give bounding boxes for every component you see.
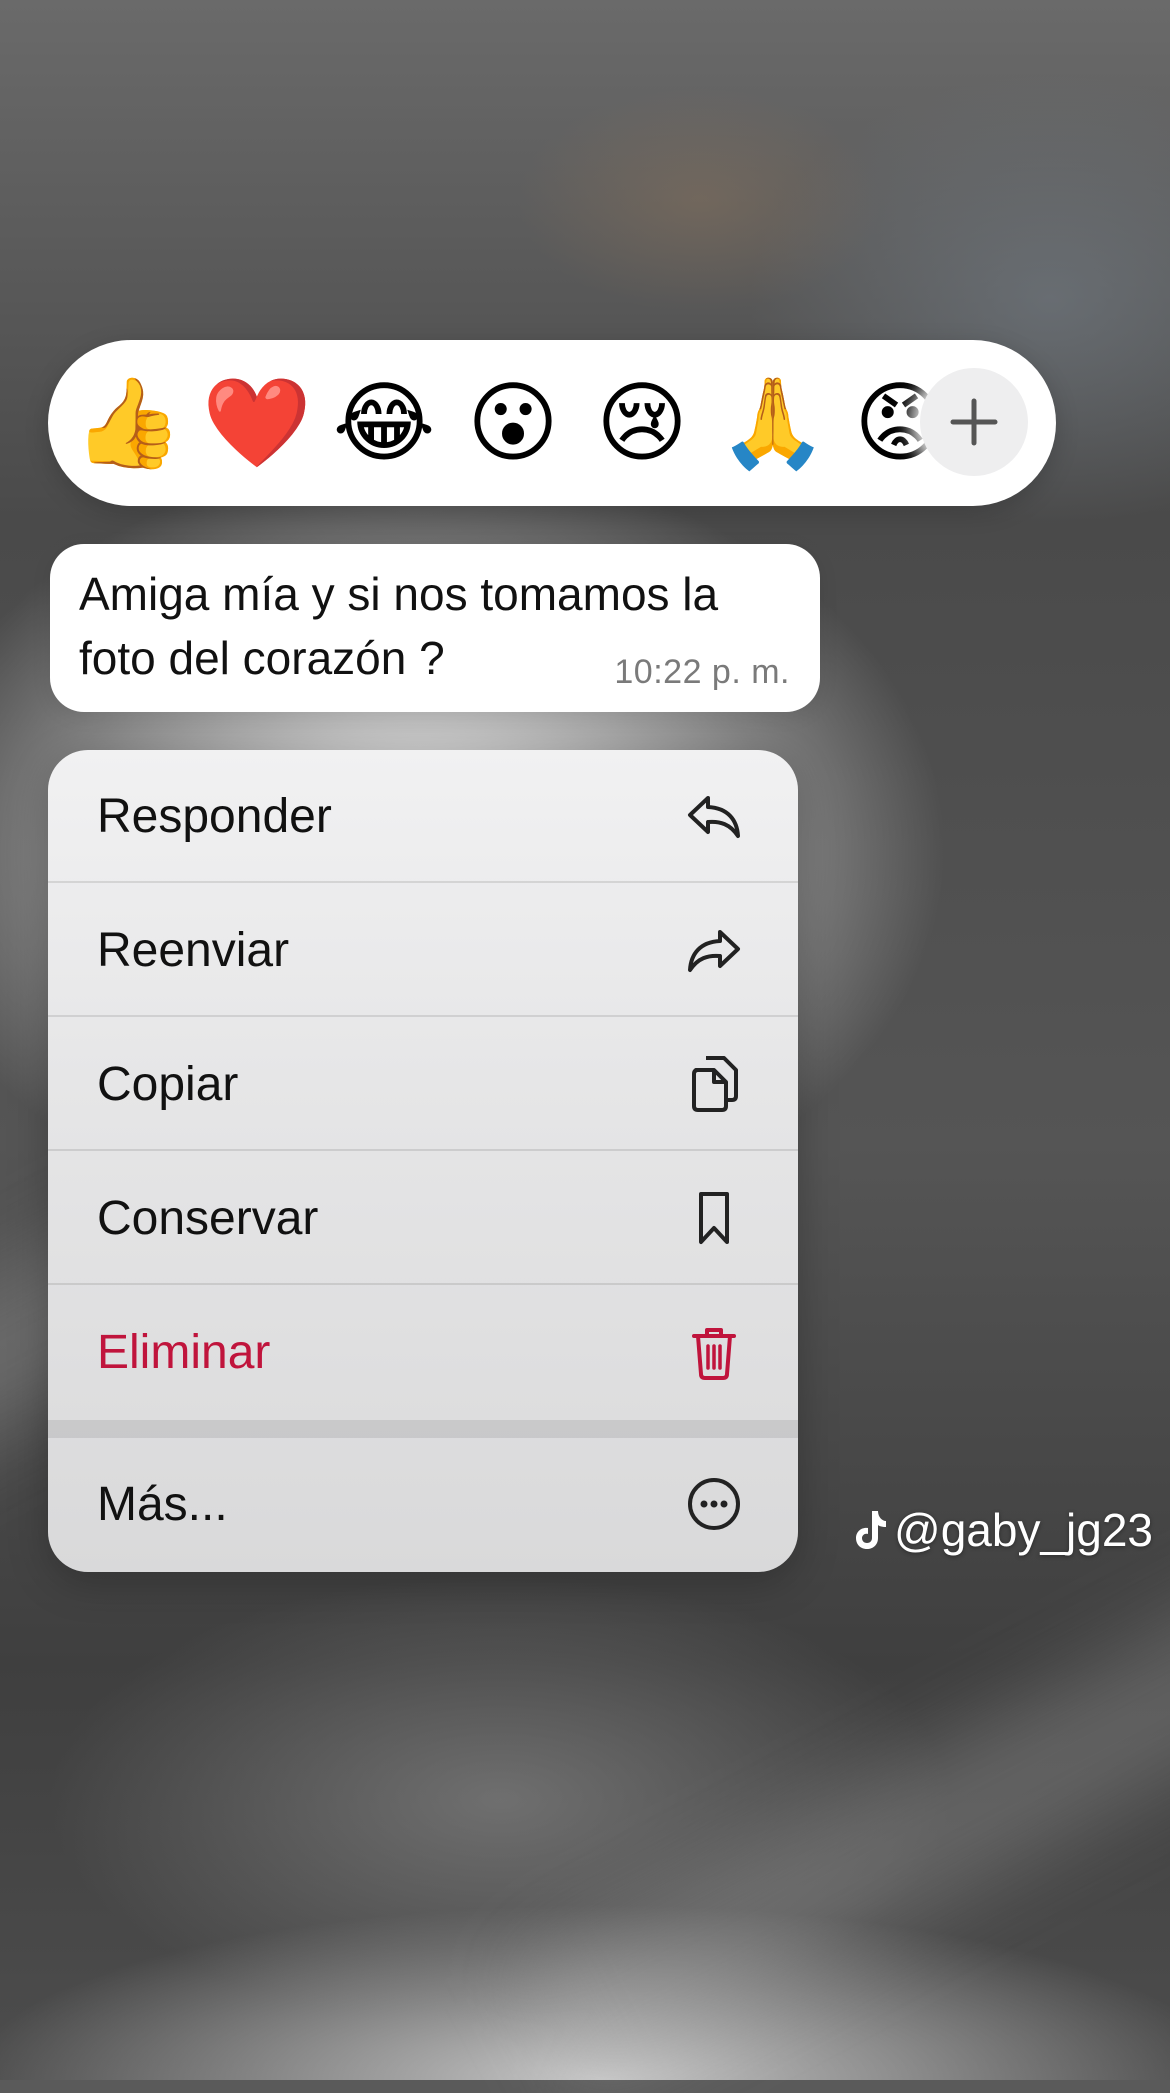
plus-icon <box>950 398 998 446</box>
reply-icon <box>688 796 740 838</box>
menu-item-label: Conservar <box>97 1192 319 1245</box>
menu-item-reply[interactable]: Responder <box>48 750 798 883</box>
thumbs-up-reaction[interactable]: 👍 <box>73 370 183 476</box>
menu-item-label: Más... <box>97 1478 228 1531</box>
menu-item-label: Reenviar <box>97 924 290 977</box>
menu-item-delete[interactable]: Eliminar <box>48 1286 798 1419</box>
tiktok-icon <box>856 1511 886 1549</box>
more-reactions-button[interactable] <box>920 368 1028 476</box>
sad-reaction[interactable]: 😢 <box>589 370 695 476</box>
background-streak <box>519 1546 1170 2093</box>
message-bubble[interactable]: Amiga mía y si nos tomamos la foto del c… <box>50 544 820 712</box>
watermark: @gaby_jg23 <box>852 1500 1153 1560</box>
more-icon <box>688 1478 740 1530</box>
laughing-reaction[interactable]: 😂 <box>331 370 437 476</box>
menu-item-keep[interactable]: Conservar <box>48 1152 798 1285</box>
menu-item-label: Eliminar <box>97 1326 271 1379</box>
watermark-handle: @gaby_jg23 <box>894 1504 1153 1556</box>
bookmark-icon <box>699 1192 729 1244</box>
heart-reaction[interactable]: ❤️ <box>202 370 312 476</box>
trash-icon <box>692 1328 736 1380</box>
menu-item-label: Copiar <box>97 1058 239 1111</box>
message-context-menu: Responder Reenviar Copiar Conservar Elim… <box>48 750 798 1572</box>
copy-icon <box>692 1056 738 1112</box>
surprised-reaction[interactable]: 😮 <box>460 370 566 476</box>
menu-item-more[interactable]: Más... <box>48 1438 798 1572</box>
menu-item-copy[interactable]: Copiar <box>48 1018 798 1151</box>
pray-reaction[interactable]: 🙏 <box>718 370 828 476</box>
message-time: 10:22 p. m. <box>614 653 790 691</box>
forward-icon <box>688 930 740 972</box>
menu-separator <box>48 1420 798 1438</box>
menu-item-label: Responder <box>97 790 332 843</box>
reaction-bar: 👍 ❤️ 😂 😮 😢 🙏 😡 <box>48 340 1056 506</box>
menu-item-forward[interactable]: Reenviar <box>48 884 798 1017</box>
